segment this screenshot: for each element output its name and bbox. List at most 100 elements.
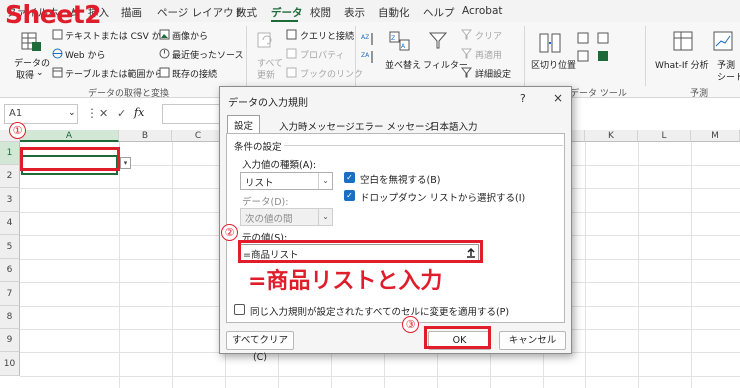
- advanced-button[interactable]: 詳細設定: [475, 67, 511, 80]
- instruction-annotation: =商品リストと入力: [248, 269, 443, 294]
- column-header-b[interactable]: B: [119, 130, 172, 142]
- row-header-8[interactable]: 8: [0, 306, 20, 329]
- queries-connections-button[interactable]: クエリと接続: [300, 29, 354, 42]
- dropdown-arrow-icon[interactable]: ▾: [120, 157, 131, 169]
- insert-function-button[interactable]: fx: [134, 106, 144, 119]
- refresh-all-button-line2[interactable]: 更新: [257, 68, 275, 81]
- row-header-3[interactable]: 3: [0, 188, 20, 212]
- sheet-annotation: Sheet2: [5, 0, 102, 29]
- formula-input[interactable]: [162, 104, 222, 124]
- from-web-button[interactable]: Web から: [65, 48, 105, 61]
- properties-icon: [286, 48, 297, 59]
- recent-sources-button[interactable]: 最近使ったソース: [172, 48, 244, 61]
- row-header-4[interactable]: 4: [0, 212, 20, 235]
- name-box[interactable]: A1: [4, 104, 78, 124]
- image-icon: [159, 29, 170, 40]
- tab-ime[interactable]: 日本語入力: [424, 117, 484, 133]
- from-text-csv-button[interactable]: テキストまたは CSV から: [65, 29, 170, 42]
- tab-input-message[interactable]: 入力時メッセージ: [273, 117, 361, 133]
- column-header-m[interactable]: M: [691, 130, 740, 142]
- dialog-title: データの入力規則: [228, 98, 308, 109]
- what-if-analysis-button[interactable]: What-If 分析: [655, 58, 709, 71]
- row-header-1[interactable]: 1: [0, 142, 20, 165]
- group-label-data-tools: データ ツール: [570, 89, 627, 99]
- clear-button[interactable]: クリア: [475, 29, 502, 42]
- row-header-9[interactable]: 9: [0, 329, 20, 352]
- tab-formulas[interactable]: 数式: [236, 5, 257, 20]
- row-header-7[interactable]: 7: [0, 282, 20, 306]
- ok-highlight-box: [424, 326, 491, 349]
- tab-help[interactable]: ヘルプ: [423, 5, 455, 20]
- column-header-c[interactable]: C: [172, 130, 225, 142]
- get-data-icon: [21, 32, 41, 51]
- cancel-button[interactable]: キャンセル: [499, 331, 566, 350]
- workbook-links-button[interactable]: ブックのリンク: [300, 67, 363, 80]
- from-table-range-button[interactable]: テーブルまたは範囲から: [65, 67, 163, 80]
- step-3-marker: ③: [402, 316, 419, 333]
- table-range-icon: [52, 67, 63, 78]
- data-select[interactable]: 次の値の間 ⌄: [240, 208, 333, 226]
- existing-connections-button[interactable]: 既存の接続: [172, 67, 217, 80]
- ribbon-separator: [524, 26, 525, 86]
- group-label-forecast: 予測: [690, 89, 709, 99]
- tab-settings[interactable]: 設定: [227, 115, 261, 134]
- reapply-button[interactable]: 再適用: [475, 48, 502, 61]
- ribbon-separator: [246, 26, 247, 86]
- clear-all-button[interactable]: すべてクリア(C): [226, 331, 294, 363]
- get-data-button-line2[interactable]: 取得: [16, 68, 34, 81]
- allow-select[interactable]: リスト ⌄: [240, 172, 333, 190]
- apply-all-checkbox[interactable]: [234, 304, 245, 315]
- tab-page-layout[interactable]: ページ レイアウト: [157, 5, 244, 20]
- tab-acrobat[interactable]: Acrobat: [462, 5, 503, 17]
- forecast-sheet-button-line2[interactable]: シート: [717, 70, 740, 83]
- section-divider: [284, 145, 563, 146]
- text-csv-icon: [52, 29, 63, 40]
- sort-button[interactable]: 並べ替え: [385, 58, 421, 71]
- ignore-blank-checkbox[interactable]: ✓: [344, 172, 355, 183]
- data-label: データ(D):: [242, 197, 289, 208]
- chevron-down-icon: ⌄: [68, 108, 76, 118]
- advanced-filter-icon: [461, 67, 472, 78]
- properties-button[interactable]: プロパティ: [300, 48, 344, 61]
- tab-view[interactable]: 表示: [344, 5, 365, 20]
- tab-data[interactable]: データ: [271, 5, 303, 20]
- row-header-5[interactable]: 5: [0, 235, 20, 259]
- allow-select-value: リスト: [245, 178, 274, 189]
- column-header-l[interactable]: L: [638, 130, 691, 142]
- enter-check-icon[interactable]: ✓: [117, 107, 126, 120]
- reapply-icon: [461, 48, 472, 59]
- workbook-links-icon: [286, 67, 297, 78]
- tab-automate[interactable]: 自動化: [378, 5, 410, 20]
- tab-review[interactable]: 校閲: [310, 5, 331, 20]
- group-label-get-transform: データの取得と変換: [88, 89, 170, 99]
- cancel-entry-icon[interactable]: ✕: [99, 107, 108, 120]
- ribbon-tab-bar: ファイル ホーム 挿入 描画 ページ レイアウト 数式 データ 校閲 表示 自動…: [0, 0, 740, 22]
- text-to-columns-button[interactable]: 区切り位置: [531, 58, 576, 71]
- close-icon[interactable]: ×: [553, 91, 563, 105]
- tab-draw[interactable]: 描画: [121, 5, 142, 20]
- flash-fill-icon: [577, 32, 589, 44]
- help-icon[interactable]: ?: [520, 92, 526, 105]
- allow-label: 入力値の種類(A):: [242, 160, 317, 171]
- grid-line: [20, 376, 740, 377]
- column-header-k[interactable]: K: [585, 130, 638, 142]
- what-if-analysis-icon: [673, 31, 693, 51]
- row-header-10[interactable]: 10: [0, 352, 20, 376]
- column-header-a[interactable]: A: [20, 130, 119, 142]
- cell-highlight-box: [20, 147, 120, 171]
- filter-funnel-icon: [428, 32, 448, 49]
- svg-text:AZ: AZ: [361, 34, 369, 41]
- in-cell-dropdown-checkbox[interactable]: ✓: [344, 190, 355, 201]
- in-cell-dropdown-label: ドロップダウン リストから選択する(I): [360, 193, 526, 204]
- relationships-icon: [598, 51, 608, 61]
- ignore-blank-label: 空白を無視する(B): [360, 175, 441, 186]
- name-box-value: A1: [9, 108, 23, 119]
- chevron-down-icon: ⌄: [318, 209, 332, 225]
- from-picture-button[interactable]: 画像から: [172, 29, 208, 42]
- svg-text:Z: Z: [391, 35, 395, 42]
- sort-ascending-icon: AZ: [361, 33, 373, 45]
- row-header-6[interactable]: 6: [0, 259, 20, 282]
- row-header-2[interactable]: 2: [0, 165, 20, 188]
- step-2-marker: ②: [221, 224, 238, 241]
- existing-connections-icon: [159, 67, 170, 78]
